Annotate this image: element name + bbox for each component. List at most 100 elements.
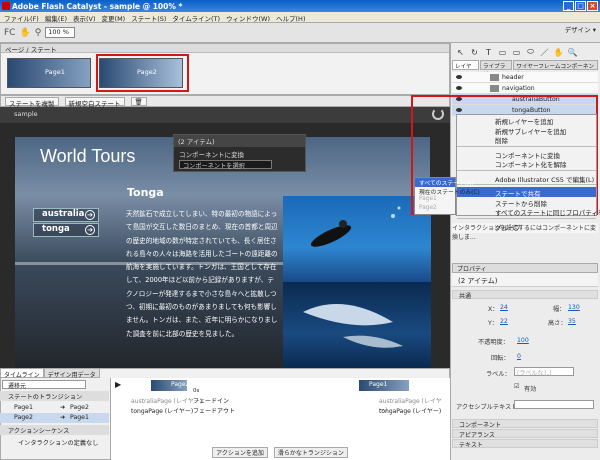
menu-modify[interactable]: 変更(M) [102, 13, 126, 23]
trash-icon[interactable]: 🗑 [130, 97, 147, 106]
hand-icon[interactable]: ✋ [19, 28, 30, 38]
window-title: Adobe Flash Catalyst - sample @ 100% * [12, 2, 183, 11]
from-state: Page1 [14, 404, 33, 411]
layer-navigation[interactable]: navigation [452, 83, 598, 94]
h-label: 高さ： [548, 320, 567, 327]
smooth-transition-button[interactable]: 滑らかなトランジション [273, 447, 348, 458]
menu-file[interactable]: ファイル(F) [4, 13, 39, 23]
zoom-select[interactable]: 100 % [45, 27, 76, 38]
effect-fadein[interactable]: フェードイン [193, 396, 229, 405]
eye-icon[interactable] [456, 86, 462, 90]
select-tool-icon[interactable]: ↖ [455, 48, 466, 57]
duplicate-state-button[interactable]: ステートを複製 [5, 97, 59, 108]
section-component[interactable]: コンポーネント [452, 419, 598, 429]
item-hud: (2 アイテム) コンポーネントに変換 コンポーネントを選択 [173, 134, 306, 172]
menu-edit[interactable]: 編集(E) [45, 13, 67, 23]
menu-state[interactable]: ステート(S) [131, 13, 166, 23]
ellipse-tool-icon[interactable]: ⬭ [525, 47, 536, 57]
menu-window[interactable]: ウィンドウ(W) [226, 13, 270, 23]
component-select[interactable]: コンポーネントを選択 [179, 160, 272, 170]
add-action-button[interactable]: アクションを追加 [212, 447, 268, 458]
eye-icon[interactable] [456, 75, 462, 79]
hand-tool-icon[interactable]: ✋ [553, 48, 564, 57]
ctx-convert[interactable]: コンポーネントに変換 [457, 149, 596, 160]
no-action-text: インタラクションの定義なし [18, 440, 99, 447]
text-tool-icon[interactable]: T [483, 48, 494, 57]
ctx-new-sublayer[interactable]: 新規サブレイヤーを追加 [457, 125, 596, 136]
tab-timeline[interactable]: タイムライン [0, 368, 44, 379]
app-toolbar: FC ✋ ⚲ 100 % デザイン ▾ [0, 23, 600, 43]
action-seq-header[interactable]: アクションシーケンス [0, 425, 109, 435]
accessible-input[interactable] [514, 400, 594, 409]
tonga-button[interactable]: tonga ➔ [33, 223, 99, 237]
y-value[interactable]: 22 [500, 318, 508, 325]
transition-row-1[interactable]: Page1 ➜ Page2 [0, 403, 109, 413]
sub-page1[interactable]: Page1 [415, 196, 455, 205]
label-field-label: ラベル： [486, 371, 511, 378]
menu-bar: ファイル(F) 編集(E) 表示(V) 変更(M) ステート(S) タイムライン… [0, 12, 600, 23]
transitions-header[interactable]: ステートのトランジション [0, 391, 109, 401]
rect-tool-icon[interactable]: ▭ [497, 48, 508, 57]
ctx-unconvert[interactable]: コンポーネント化を解除 [457, 158, 596, 169]
timeline-tabs: タイムライン デザイン用データ [0, 368, 110, 379]
layer-header[interactable]: header [452, 72, 598, 83]
from-state: Page2 [14, 414, 33, 421]
to-state: Page1 [70, 414, 89, 421]
w-value[interactable]: 130 [568, 304, 580, 311]
effect-fadeout[interactable]: フェードアウト [193, 406, 235, 415]
context-menu: 新規レイヤーを追加 新規サブレイヤーを追加 削除 コンポーネントに変換 コンポー… [456, 114, 600, 232]
workspace-switcher[interactable]: デザイン ▾ [565, 24, 596, 34]
ctx-remove-state[interactable]: ステートから削除 [457, 197, 596, 208]
track-tonga-right[interactable]: tongaPage (レイヤー) [379, 406, 441, 415]
ctx-edit-illustrator[interactable]: Adobe Illustrator CS5 で編集(L) [457, 173, 596, 184]
ctx-group[interactable]: グループ [457, 221, 596, 232]
new-blank-state-button[interactable]: 新規空白ステート [64, 97, 125, 108]
rotate-value[interactable]: 0 [517, 353, 521, 360]
menu-help[interactable]: ヘルプ(H) [276, 13, 305, 23]
state-filter-select[interactable]: 遷移元 [2, 380, 86, 390]
line-tool-icon[interactable]: ／ [539, 47, 550, 58]
play-icon[interactable]: ▶ [115, 380, 121, 389]
h-value[interactable]: 35 [568, 318, 576, 325]
canvas-tab: sample [0, 107, 450, 123]
page1-track-label: Page1 [369, 381, 388, 388]
properties-tab[interactable]: プロパティ [452, 263, 598, 273]
section-common[interactable]: 共通 [452, 290, 598, 300]
ctx-apply-all[interactable]: すべてのステートに同じプロパティを適用 [457, 206, 600, 217]
x-value[interactable]: 24 [500, 304, 508, 311]
opacity-label: 不透明度： [478, 339, 509, 346]
tab-design-data[interactable]: デザイン用データ [43, 368, 100, 379]
enabled-checkbox[interactable]: ☑ [514, 383, 520, 390]
ctx-new-layer[interactable]: 新規レイヤーを追加 [457, 115, 596, 126]
close-button[interactable]: × [587, 1, 598, 11]
section-appearance[interactable]: アピアランス [452, 429, 598, 439]
section-text[interactable]: テキスト [452, 439, 598, 449]
opacity-value[interactable]: 100 [517, 337, 529, 344]
tab-wireframe[interactable]: ワイヤーフレームコンポーネント [513, 60, 598, 78]
zoom-icon[interactable]: ⚲ [35, 28, 42, 38]
sub-all-states[interactable]: すべてのステート(A) [415, 178, 473, 187]
window-controls: _ □ × [563, 1, 598, 11]
canvas-tab-label[interactable]: sample [14, 110, 38, 118]
maximize-button[interactable]: □ [575, 1, 586, 11]
tab-library[interactable]: ライブラリ [479, 60, 513, 78]
menu-timeline[interactable]: タイムライン(T) [172, 13, 220, 23]
menu-view[interactable]: 表示(V) [73, 13, 96, 23]
to-state: Page2 [70, 404, 89, 411]
rotate-tool-icon[interactable]: ↻ [469, 48, 480, 57]
label-input[interactable]: (ラベルなし) [514, 367, 574, 377]
timestamp: 0s [193, 388, 200, 394]
pages-header: ページ / ステート [1, 44, 449, 54]
minimize-button[interactable]: _ [563, 1, 574, 11]
sub-current-only[interactable]: 現在のステートのみ(C) [415, 187, 480, 196]
layer-name: navigation [502, 85, 535, 92]
rounded-rect-tool-icon[interactable]: ▭ [511, 48, 522, 57]
y-label: Y： [488, 320, 498, 327]
australia-button[interactable]: australia ➔ [33, 208, 99, 222]
sub-page2[interactable]: Page2 [415, 205, 455, 214]
zoom-tool-icon[interactable]: 🔍 [567, 48, 578, 57]
track-tonga[interactable]: tongaPage (レイヤー) [131, 406, 193, 415]
track-australia[interactable]: australiaPage (レイヤー) [131, 396, 202, 405]
transition-row-2[interactable]: Page2 ➜ Page1 [0, 413, 109, 423]
tab-layers[interactable]: レイヤー [452, 60, 479, 78]
